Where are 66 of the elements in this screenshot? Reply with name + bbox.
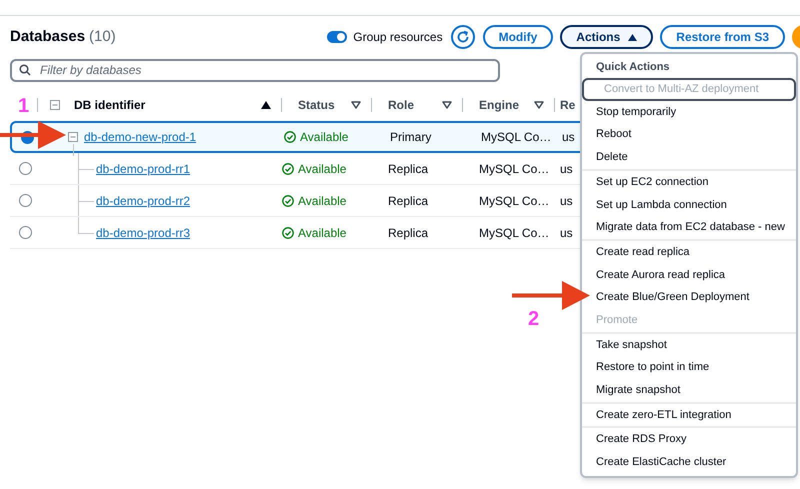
check-circle-icon	[282, 226, 294, 238]
refresh-icon	[456, 30, 470, 44]
annotation-number: 2	[528, 307, 540, 332]
page-title: Databases	[10, 26, 86, 47]
status-text: Available	[298, 192, 346, 210]
group-resources-toggle[interactable]	[327, 31, 348, 43]
menu-item[interactable]: Set up EC2 connection	[582, 170, 796, 194]
pointer-arrow-icon	[512, 281, 590, 310]
item-count: (10)	[89, 26, 116, 47]
search-field[interactable]: Filter by databases	[10, 58, 500, 82]
table-cell: us	[562, 130, 575, 144]
menu-item[interactable]: Create Blue/Green Deployment	[582, 286, 796, 309]
db-identifier-link[interactable]: db-demo-prod-rr2	[96, 192, 190, 210]
menu-item[interactable]: Delete	[582, 146, 796, 169]
menu-item[interactable]: Take snapshot	[582, 334, 796, 356]
menu-item[interactable]: Create zero-ETL integration	[582, 404, 796, 426]
column-header[interactable]: Status	[282, 96, 335, 114]
menu-item[interactable]: Create RDS Proxy	[582, 428, 796, 451]
table-cell: MySQL Co…	[479, 162, 550, 176]
check-circle-icon	[284, 131, 296, 143]
column-header[interactable]: Engine	[463, 96, 520, 114]
annotation-number: 1	[18, 94, 30, 119]
radio-button[interactable]	[18, 194, 32, 207]
menu-item[interactable]: Set up Lambda connection	[582, 193, 796, 216]
status-text: Available	[298, 224, 346, 242]
menu-item[interactable]: Migrate snapshot	[582, 378, 796, 402]
status-text: Available	[298, 160, 346, 178]
db-identifier-link[interactable]: db-demo-new-prod-1	[84, 128, 196, 146]
table-cell: Replica	[388, 226, 428, 240]
check-circle-icon	[282, 194, 294, 206]
actions-dropdown-button[interactable]: Actions	[560, 25, 654, 49]
modify-button[interactable]: Modify	[482, 25, 554, 49]
table-cell: MySQL Co…	[479, 194, 550, 208]
menu-item[interactable]: Restore to point in time	[582, 356, 796, 379]
menu-item[interactable]: Create Aurora read replica	[582, 264, 796, 286]
menu-heading: Quick Actions	[595, 60, 671, 75]
table-cell: MySQL Co…	[479, 226, 550, 240]
caret-icon	[628, 34, 638, 40]
table-cell: us	[560, 162, 573, 176]
radio-button[interactable]	[18, 226, 32, 239]
collapse-icon[interactable]	[68, 132, 78, 142]
table-cell: Replica	[388, 162, 428, 176]
collapse-all-icon[interactable]	[50, 100, 60, 110]
menu-item[interactable]: Create read replica	[582, 240, 796, 264]
db-identifier-link[interactable]: db-demo-prod-rr3	[96, 224, 190, 242]
table-cell: MySQL Co…	[481, 130, 552, 144]
refresh-button[interactable]	[450, 25, 475, 49]
db-identifier-link[interactable]: db-demo-prod-rr1	[96, 160, 190, 178]
table-cell: us	[560, 194, 573, 208]
toggle-label: Group resources	[353, 29, 443, 46]
menu-item[interactable]: Reboot	[582, 123, 796, 146]
check-circle-icon	[282, 162, 294, 174]
search-icon	[19, 64, 31, 76]
column-header[interactable]: DB identifier	[74, 96, 146, 114]
radio-button[interactable]	[18, 162, 32, 175]
table-cell: us	[560, 226, 573, 240]
menu-item[interactable]: Stop temporarily	[582, 100, 796, 124]
column-header[interactable]: Re	[555, 96, 576, 114]
column-header[interactable]: Role	[372, 96, 414, 114]
menu-item[interactable]: Migrate data from EC2 database - new	[582, 216, 796, 239]
table-cell: Primary	[390, 130, 432, 144]
restore-button[interactable]: Restore from S3	[660, 25, 785, 49]
pointer-arrow-icon	[0, 121, 66, 149]
table-cell: Replica	[388, 194, 428, 208]
status-text: Available	[300, 129, 348, 146]
menu-item[interactable]: Create ElastiCache cluster	[582, 451, 796, 474]
